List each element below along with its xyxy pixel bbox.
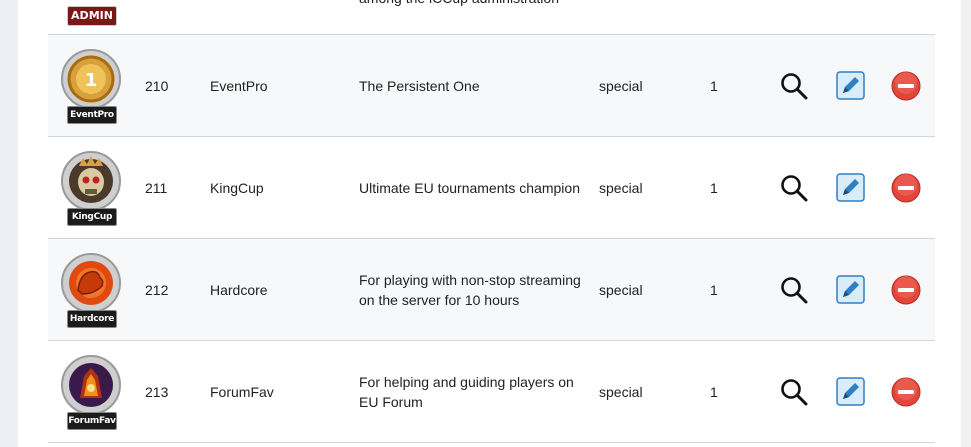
badge-image: Hardcore <box>60 250 122 330</box>
edit-button[interactable] <box>835 137 865 238</box>
badge-name: KingCup <box>210 179 264 196</box>
badge-label: EventPro <box>67 105 117 124</box>
view-button[interactable] <box>778 35 810 136</box>
badge-description: For playing with non-stop streaming on t… <box>359 271 581 308</box>
badge-name: EventPro <box>210 77 268 94</box>
badge-type: special <box>599 281 643 298</box>
badge-id: 210 <box>145 77 169 94</box>
table-row: KingCup 211 KingCup Ultimate EU tourname… <box>48 137 935 239</box>
badge-count: 1 <box>710 281 718 298</box>
badge-description: For helping and guiding players on EU Fo… <box>359 373 574 410</box>
magnifier-icon[interactable] <box>780 72 808 100</box>
minus-circle-icon[interactable] <box>891 377 921 407</box>
magnifier-icon[interactable] <box>780 276 808 304</box>
minus-circle-icon[interactable] <box>891 275 921 305</box>
table-row: Hardcore 212 Hardcore For playing with n… <box>48 239 935 341</box>
badge-id: 212 <box>145 281 169 298</box>
badge-id: 211 <box>145 179 168 196</box>
badge-count: 1 <box>710 383 718 400</box>
table-row: ADMIN among the iCCup administration <box>48 0 935 35</box>
view-button[interactable] <box>778 341 810 442</box>
badge-image: ForumFav <box>60 352 122 432</box>
pencil-icon[interactable] <box>835 377 865 406</box>
badge-name: ForumFav <box>210 383 274 400</box>
delete-button[interactable] <box>890 35 922 136</box>
minus-circle-icon[interactable] <box>891 173 921 203</box>
badge-type: special <box>599 383 643 400</box>
badge-count: 1 <box>710 179 718 196</box>
badge-cell: Hardcore <box>60 239 122 340</box>
table-row: ForumFav 213 ForumFav For helping and gu… <box>48 341 935 443</box>
pencil-icon[interactable] <box>835 71 865 100</box>
delete-button[interactable] <box>890 137 922 238</box>
badge-id: 213 <box>145 383 169 400</box>
scrollbar[interactable] <box>962 0 971 447</box>
edit-button[interactable] <box>835 35 865 136</box>
edit-button[interactable] <box>835 341 865 442</box>
badge-image: 1 EventPro <box>60 46 122 126</box>
badge-image: KingCup <box>60 148 122 228</box>
table-row: 1 EventPro 210 EventPro The Persistent O… <box>48 35 935 137</box>
badge-label: Hardcore <box>67 309 117 328</box>
badges-table: ADMIN among the iCCup administration 1 E… <box>48 0 935 443</box>
badge-description: Ultimate EU tournaments champion <box>359 179 580 196</box>
badge-type: special <box>599 179 643 196</box>
badge-cell: ADMIN <box>60 0 122 34</box>
badge-label: ADMIN <box>67 5 117 26</box>
pencil-icon[interactable] <box>835 173 865 202</box>
badge-cell: ForumFav <box>60 341 122 442</box>
view-button[interactable] <box>778 239 810 340</box>
badge-description: among the iCCup administration <box>359 0 584 8</box>
magnifier-icon[interactable] <box>780 174 808 202</box>
badge-count: 1 <box>710 77 718 94</box>
badge-description: The Persistent One <box>359 77 480 94</box>
badge-image: ADMIN <box>60 0 122 26</box>
view-button[interactable] <box>778 137 810 238</box>
edit-button[interactable] <box>835 239 865 340</box>
badge-cell: KingCup <box>60 137 122 238</box>
delete-button[interactable] <box>890 341 922 442</box>
pencil-icon[interactable] <box>835 275 865 304</box>
magnifier-icon[interactable] <box>780 378 808 406</box>
badge-name: Hardcore <box>210 281 268 298</box>
badge-type: special <box>599 77 643 94</box>
badge-cell: 1 EventPro <box>60 35 122 136</box>
delete-button[interactable] <box>890 239 922 340</box>
badge-label: KingCup <box>67 207 117 226</box>
svg-text:1: 1 <box>85 70 98 91</box>
minus-circle-icon[interactable] <box>891 71 921 101</box>
badge-label: ForumFav <box>67 411 117 430</box>
